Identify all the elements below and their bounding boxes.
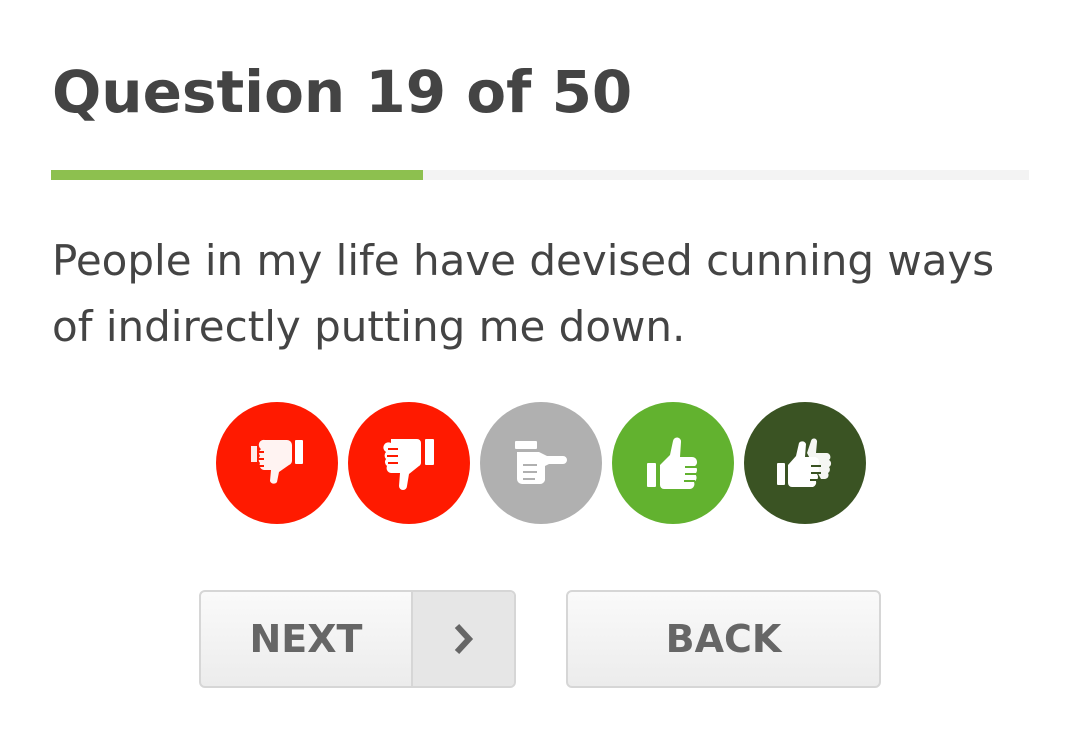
- question-text: People in my life have devised cunning w…: [52, 236, 995, 351]
- thumbs-up-double-icon: [777, 438, 832, 487]
- answer-agree-button[interactable]: [612, 402, 734, 524]
- next-button-label: NEXT: [249, 617, 363, 661]
- progress-bar-fill: [51, 170, 423, 180]
- answer-neutral-button[interactable]: [480, 402, 602, 524]
- answer-scale: [216, 402, 866, 524]
- back-button[interactable]: BACK: [566, 590, 881, 688]
- next-button[interactable]: NEXT: [199, 590, 516, 688]
- answer-strongly-agree-button[interactable]: [744, 402, 866, 524]
- chevron-right-icon: [454, 623, 473, 655]
- progress-bar: [51, 170, 1029, 180]
- answer-strongly-disagree-button[interactable]: [216, 402, 338, 524]
- answer-disagree-button[interactable]: [348, 402, 470, 524]
- thumb-sideways-icon: [515, 441, 567, 485]
- next-arrow-box[interactable]: [411, 592, 514, 686]
- page-title: Question 19 of 50: [52, 58, 633, 126]
- thumbs-up-icon: [647, 437, 697, 489]
- thumbs-down-icon: [383, 439, 434, 490]
- back-button-label: BACK: [665, 617, 782, 661]
- thumbs-down-double-icon: [251, 439, 303, 484]
